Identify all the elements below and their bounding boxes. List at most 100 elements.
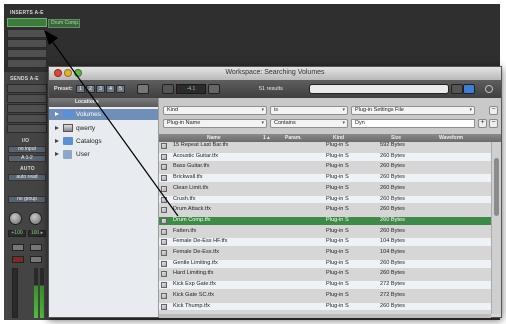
table-row[interactable]: 15 Repeat Last Bar.tfx Plug-in S 592 Bytes xyxy=(159,142,491,150)
sidebar-item-catalogs[interactable]: Catalogs xyxy=(55,136,102,147)
sidebar-item-user[interactable]: User xyxy=(55,149,90,160)
pan-right-knob[interactable] xyxy=(29,212,42,225)
browser-view-icon[interactable] xyxy=(463,84,475,94)
preview-volume-display[interactable]: -4.1 xyxy=(176,84,206,94)
table-row[interactable]: Kick Thump.tfx Plug-in S 260 Bytes xyxy=(159,302,491,311)
table-row[interactable]: Female De-Ess HF.tfx Plug-in S 104 Bytes xyxy=(159,238,491,247)
send-slot-e[interactable] xyxy=(7,124,47,133)
sidebar-item-qwerty[interactable]: qwerty xyxy=(55,123,95,134)
scroll-thumb[interactable] xyxy=(494,158,499,216)
results-list[interactable]: 15 Repeat Last Bar.tfx Plug-in S 592 Bytes… xyxy=(159,142,491,314)
table-row[interactable]: Kick Exp Gate.tfx Plug-in S 272 Bytes xyxy=(159,281,491,289)
criteria2-field-selector[interactable]: Plug-in Name ▾ xyxy=(163,119,267,128)
column-header-waveform[interactable]: Waveform xyxy=(439,134,463,142)
file-kind-cell: Plug-in S xyxy=(326,227,349,234)
criteria-field-selector[interactable]: Kind ▾ xyxy=(163,106,267,115)
title-bar[interactable]: Workspace: Searching Volumes xyxy=(49,67,501,81)
inserts-label: INSERTS A-E xyxy=(10,10,44,16)
file-kind-cell: Plug-in S xyxy=(326,270,349,277)
send-slot-b[interactable] xyxy=(7,94,47,103)
insert-slot-e[interactable] xyxy=(7,59,47,68)
table-row[interactable]: Brickwall.tfx Plug-in S 260 Bytes xyxy=(159,174,491,182)
send-slot-d[interactable] xyxy=(7,114,47,123)
column-sort-indicator[interactable]: 1 ▴ xyxy=(263,134,270,142)
horizontal-scrollbar[interactable] xyxy=(159,314,491,318)
column-header-param[interactable]: Param. xyxy=(285,134,302,142)
file-size-cell: 260 Bytes xyxy=(380,195,405,202)
results-list-header: Name 1 ▴ Param. Kind Size Waveform xyxy=(159,134,501,142)
disclosure-triangle-icon[interactable] xyxy=(55,152,59,157)
pan-left-knob[interactable] xyxy=(9,212,22,225)
search-field[interactable] xyxy=(309,84,449,94)
file-name-cell: Kick Thump.tfx xyxy=(173,302,210,309)
table-row[interactable]: Drum Attack.tfx Plug-in S 260 Bytes xyxy=(159,206,491,214)
sidebar-item-label: User xyxy=(76,151,90,158)
record-button[interactable] xyxy=(12,256,24,263)
table-row[interactable]: Kick Gate SC.tfx Plug-in S 272 Bytes xyxy=(159,292,491,300)
criteria-field-value: Kind xyxy=(167,107,179,113)
solo-button[interactable] xyxy=(12,244,24,251)
preset-button-5[interactable]: 5 xyxy=(116,85,125,93)
insert-slot-a[interactable] xyxy=(7,18,47,27)
criteria-value-selector[interactable]: Plug-in Settings File ▾ xyxy=(351,106,475,115)
sidebar-item-label: qwerty xyxy=(76,125,96,132)
remove-criterion2-button[interactable]: − xyxy=(489,119,498,128)
table-row[interactable]: Drum Comp.tfx Plug-in S 260 Bytes xyxy=(159,216,491,225)
add-criterion-button[interactable]: + xyxy=(478,119,487,128)
table-row[interactable]: Crush.tfx Plug-in S 260 Bytes xyxy=(159,195,491,204)
file-size-cell: 260 Bytes xyxy=(380,174,405,181)
file-kind-cell: Plug-in S xyxy=(326,142,349,148)
column-header-kind[interactable]: Kind xyxy=(333,134,344,142)
preset-button-2[interactable]: 2 xyxy=(86,85,95,93)
file-name-cell: Hard Limiting.tfx xyxy=(173,270,214,277)
input-monitor-button[interactable] xyxy=(30,256,42,263)
file-size-cell: 260 Bytes xyxy=(380,227,405,234)
group-selector[interactable]: no group xyxy=(8,196,46,203)
table-row[interactable]: Acoustic Guitar.tfx Plug-in S 260 Bytes xyxy=(159,152,491,161)
insert-slot-d[interactable] xyxy=(7,49,47,58)
criteria2-value-input[interactable]: Dyn xyxy=(351,119,475,128)
preset-button-4[interactable]: 4 xyxy=(106,85,115,93)
remove-criterion-button[interactable]: − xyxy=(489,106,498,115)
plugin-settings-file-icon xyxy=(161,250,167,256)
preset-button-1[interactable]: 1 xyxy=(76,85,85,93)
insert-slot-c[interactable] xyxy=(7,39,47,48)
sidebar-item-label: Volumes xyxy=(76,111,101,118)
table-row[interactable]: Clean Limit.tfx Plug-in S 260 Bytes xyxy=(159,185,491,193)
hard-drive-icon xyxy=(63,124,73,133)
table-row[interactable]: Bass Guitar.tfx Plug-in S 260 Bytes xyxy=(159,163,491,171)
automation-mode-selector[interactable]: auto read xyxy=(8,174,46,181)
criteria2-operator-selector[interactable]: Contains ▾ xyxy=(270,119,348,128)
view-toggle-icon[interactable] xyxy=(451,84,463,94)
view-options-icon[interactable] xyxy=(137,84,149,94)
browser-toolbar: Preset: 1 2 3 4 5 -4.1 51 results xyxy=(49,80,501,98)
toolbar-toggle-icon[interactable] xyxy=(485,85,493,93)
preset-button-3[interactable]: 3 xyxy=(96,85,105,93)
table-row[interactable]: Gentle Limiting.tfx Plug-in S 260 Bytes xyxy=(159,259,491,268)
file-kind-cell: Plug-in S xyxy=(326,216,349,223)
plugin-settings-file-icon xyxy=(161,271,167,278)
column-header-name[interactable]: Name xyxy=(207,134,221,142)
sidebar-item-volumes[interactable]: Volumes xyxy=(49,109,158,120)
output-selector[interactable]: A 1-2 xyxy=(8,155,46,162)
vertical-scrollbar[interactable] xyxy=(491,142,501,314)
disclosure-triangle-icon[interactable] xyxy=(55,139,59,144)
plugin-settings-file-icon xyxy=(161,282,167,289)
volume-fader-track[interactable] xyxy=(12,268,18,318)
column-header-size[interactable]: Size xyxy=(391,134,401,142)
table-row[interactable]: Hard Limiting.tfx Plug-in S 260 Bytes xyxy=(159,270,491,278)
send-slot-a[interactable] xyxy=(7,84,47,93)
file-kind-cell: Plug-in S xyxy=(326,206,349,213)
send-slot-c[interactable] xyxy=(7,104,47,113)
audio-preview-icon[interactable] xyxy=(162,84,174,94)
loop-preview-icon[interactable] xyxy=(208,84,220,94)
criteria-operator-selector[interactable]: is ▾ xyxy=(270,106,348,115)
insert-slot-b[interactable] xyxy=(7,29,47,38)
table-row[interactable]: Fatten.tfx Plug-in S 260 Bytes xyxy=(159,228,491,236)
table-row[interactable]: Female De-Ess.tfx Plug-in S 104 Bytes xyxy=(159,249,491,257)
mute-button[interactable] xyxy=(30,244,42,251)
folder-icon xyxy=(63,110,73,119)
input-selector[interactable]: no input xyxy=(8,146,46,153)
disclosure-triangle-icon[interactable] xyxy=(55,126,59,131)
disclosure-triangle-icon[interactable] xyxy=(55,112,59,117)
